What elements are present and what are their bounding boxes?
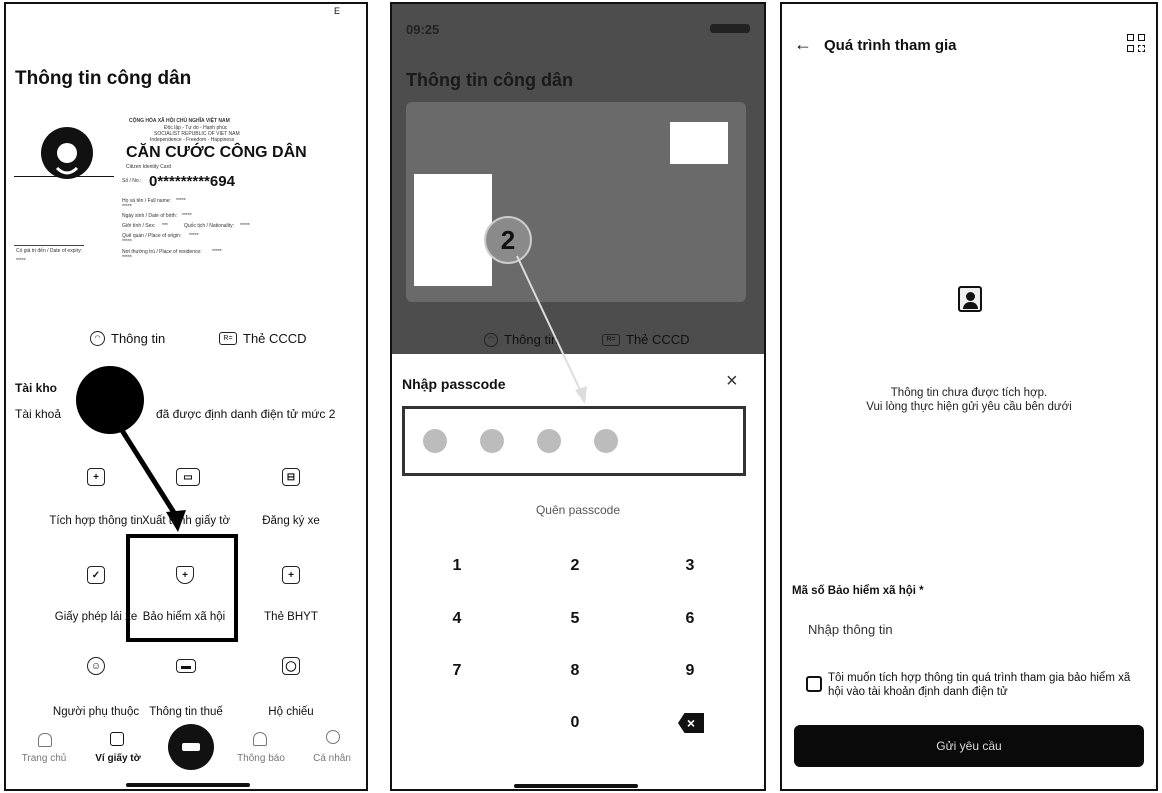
nav-personal-label[interactable]: Cá nhân	[302, 753, 362, 764]
grid-item-label-5[interactable]: Bảo hiểm xã hội	[124, 611, 244, 623]
nav-wallet-label[interactable]: Ví giấy tờ	[88, 753, 148, 764]
empty-line-1: Thông tin chưa được tích hợp.	[890, 387, 1048, 399]
wallet-icon[interactable]	[110, 732, 124, 746]
health-card-icon[interactable]: +	[282, 566, 300, 584]
grid-item-label-3[interactable]: Đăng ký xe	[231, 515, 351, 527]
consent-checkbox[interactable]	[806, 676, 822, 692]
empty-line-2: Vui lòng thực hiện gửi yêu cầu bên dưới	[866, 401, 1072, 413]
user-placeholder-icon	[958, 286, 982, 312]
nav-notify-label[interactable]: Thông báo	[231, 753, 291, 764]
panel-passcode: 09:25 Thông tin công dân ◠ Thông tin R= …	[390, 2, 766, 791]
callout-arrow-2	[516, 255, 587, 404]
grid-item-label-8[interactable]: Thông tin thuế	[126, 706, 246, 718]
tax-icon[interactable]: ▬	[176, 659, 196, 673]
document-add-icon[interactable]: +	[87, 468, 105, 486]
scan-icon	[182, 743, 200, 751]
qr-scan-icon[interactable]	[1127, 34, 1145, 52]
grid-item-label-9[interactable]: Hộ chiếu	[231, 706, 351, 718]
shield-plus-icon[interactable]: +	[176, 566, 194, 584]
nav-home-label[interactable]: Trang chủ	[14, 753, 74, 764]
highlight-box	[126, 534, 238, 642]
panel-participation: ← Quá trình tham gia Thông tin chưa được…	[780, 2, 1158, 791]
ssn-input[interactable]: Nhập thông tin	[808, 622, 893, 637]
grid-item-label-6[interactable]: Thẻ BHYT	[231, 611, 351, 623]
back-arrow-icon[interactable]: ←	[794, 34, 812, 55]
submit-button[interactable]: Gửi yêu cầu	[794, 725, 1144, 767]
id-card-present-icon[interactable]: ▭	[176, 468, 200, 486]
scan-button[interactable]	[168, 724, 214, 770]
dependents-icon[interactable]: ☺	[87, 657, 105, 675]
person-icon[interactable]	[326, 730, 340, 744]
license-icon[interactable]: ✓	[87, 566, 105, 584]
car-icon[interactable]: ⊟	[282, 468, 300, 486]
panel-citizen-info: E Thông tin công dân CỘNG HÒA XÃ HỘI CHỦ…	[4, 2, 368, 791]
home-indicator	[126, 783, 250, 787]
home-icon[interactable]	[38, 733, 52, 747]
consent-label: Tôi muốn tích hợp thông tin quá trình th…	[828, 672, 1131, 698]
grid-item-label-2[interactable]: Xuất trình giấy tờ	[126, 515, 246, 527]
bell-icon[interactable]	[253, 732, 267, 746]
ssn-field-label: Mã số Bảo hiểm xã hội *	[792, 585, 924, 597]
page-title: Quá trình tham gia	[824, 37, 957, 54]
passport-icon[interactable]: ◯	[282, 657, 300, 675]
